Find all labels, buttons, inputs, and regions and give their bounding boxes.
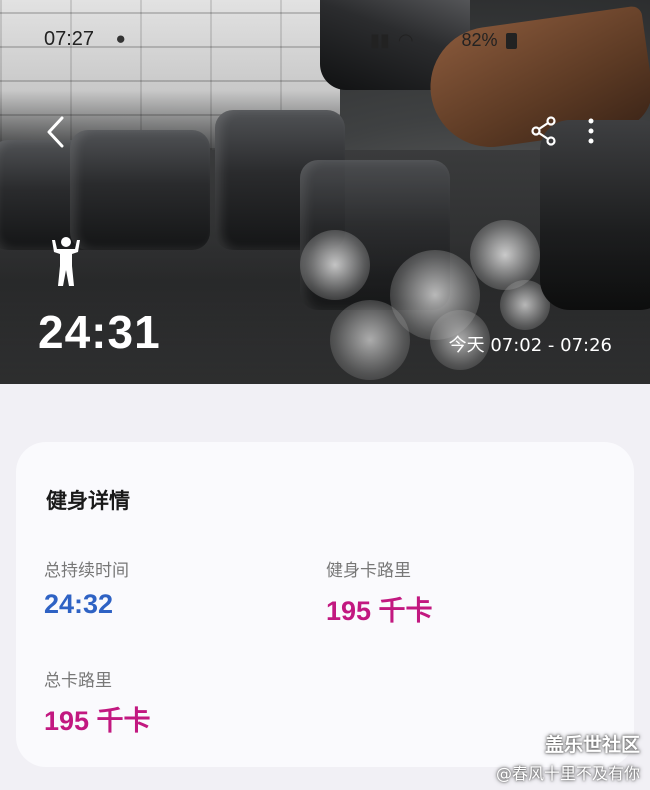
wifi-icon: ◠ bbox=[397, 30, 414, 50]
more-button[interactable] bbox=[584, 116, 598, 146]
dumbbell-image bbox=[70, 130, 210, 250]
workout-time-range: 今天 07:02 - 07:26 bbox=[448, 335, 612, 356]
status-icons: ▮▮ ◠ 82% bbox=[370, 30, 517, 51]
metric-total-duration: 总持续时间 24:32 bbox=[44, 556, 129, 620]
hero-banner: 07:27 ⚫ ▮▮ ◠ 82% 24:31 今天 07:02 - 07:26 bbox=[0, 0, 650, 384]
back-icon bbox=[47, 116, 64, 148]
battery-percent: 82% bbox=[461, 30, 498, 50]
metric-workout-calories: 健身卡路里 195 千卡 bbox=[326, 556, 433, 628]
watermark-user: @春风十里不及有你 bbox=[495, 764, 640, 783]
metric-label: 总卡路里 bbox=[44, 671, 112, 691]
watermark-logo: 盖乐世社区 bbox=[544, 734, 640, 756]
metric-total-calories: 总卡路里 195 千卡 bbox=[44, 666, 151, 738]
workout-details-card: 健身详情 总持续时间 24:32 健身卡路里 195 千卡 总卡路里 195 千… bbox=[16, 442, 634, 767]
fitness-status-icon: ⚫ bbox=[114, 30, 128, 49]
card-title: 健身详情 bbox=[46, 489, 130, 513]
status-time: 07:27 bbox=[44, 28, 95, 50]
workout-icon bbox=[50, 236, 82, 288]
metric-label: 总持续时间 bbox=[44, 561, 129, 581]
workout-duration: 24:31 bbox=[38, 306, 161, 358]
metric-label: 健身卡路里 bbox=[326, 561, 411, 581]
more-icon bbox=[588, 118, 594, 144]
share-icon bbox=[531, 116, 556, 146]
metric-value: 195 千卡 bbox=[326, 596, 433, 626]
share-button[interactable] bbox=[530, 116, 558, 146]
battery-icon bbox=[505, 32, 517, 49]
back-button[interactable] bbox=[40, 112, 74, 152]
metric-value: 195 千卡 bbox=[44, 706, 151, 736]
signal-icon: ▮▮ bbox=[370, 30, 390, 50]
metric-value: 24:32 bbox=[44, 589, 114, 619]
